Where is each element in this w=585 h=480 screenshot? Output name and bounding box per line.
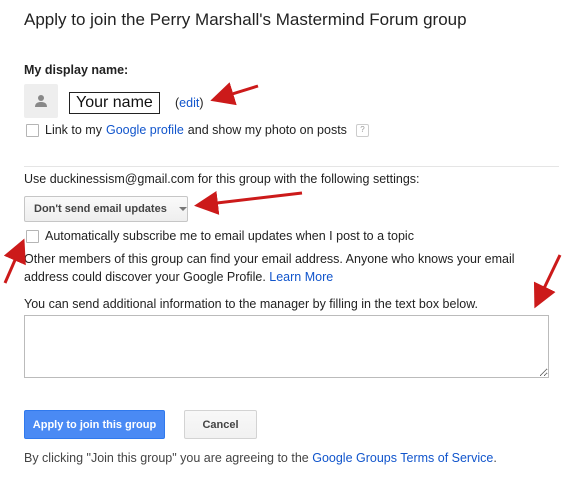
annotation-arrows bbox=[3, 82, 562, 309]
arrow-to-textarea bbox=[533, 254, 562, 309]
arrow-to-auto-subscribe bbox=[3, 238, 26, 284]
arrow-to-edit bbox=[210, 82, 259, 106]
arrow-to-dropdown bbox=[194, 190, 303, 215]
